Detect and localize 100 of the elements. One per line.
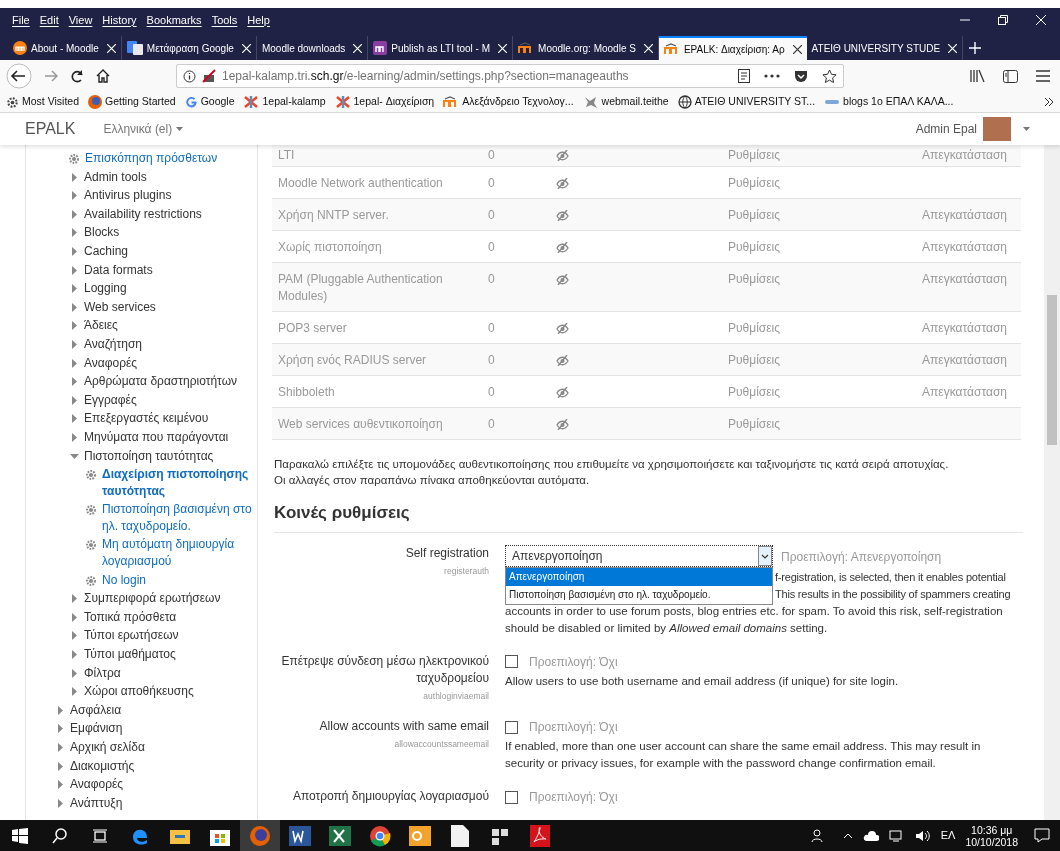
bookmark-item[interactable]: Most Visited: [6, 94, 79, 110]
library-icon[interactable]: [970, 69, 985, 83]
sidebar-link[interactable]: Πιστοποίηση βασισμένη στο ηλ. ταχυδρομείο.: [102, 501, 257, 535]
bookmark-item[interactable]: 1epal- Διαχείριση: [334, 94, 435, 110]
bookmark-item[interactable]: webmail.teithe: [582, 94, 669, 110]
back-icon[interactable]: [6, 63, 32, 89]
checkbox[interactable]: [505, 720, 518, 734]
sidebar-item[interactable]: Admin tools: [84, 168, 147, 186]
chevron-up-icon[interactable]: [842, 832, 853, 839]
collapsed-arrow-icon[interactable]: [70, 246, 79, 256]
sidebar-item[interactable]: Αναζήτηση: [84, 335, 142, 353]
eye-slash-icon[interactable]: [556, 210, 569, 224]
language-menu[interactable]: Ελληνικά (el): [103, 120, 184, 138]
collapsed-arrow-icon[interactable]: [70, 321, 79, 331]
volume-icon[interactable]: [914, 829, 931, 842]
eye-slash-icon[interactable]: [556, 178, 569, 192]
sidebar-item[interactable]: Πιστοποίηση ταυτότητας: [84, 447, 214, 465]
overflow-chevron-icon[interactable]: [1044, 97, 1054, 107]
sidebar-item[interactable]: Ανάπτυξη: [70, 794, 123, 812]
collapsed-arrow-icon[interactable]: [70, 395, 79, 405]
sidebar-icon[interactable]: [1003, 69, 1018, 83]
collapsed-arrow-icon[interactable]: [70, 172, 79, 182]
eye-slash-icon[interactable]: [556, 150, 569, 164]
lock-icon[interactable]: [202, 69, 216, 83]
clock-time[interactable]: 10:36 μμ: [971, 823, 1013, 836]
network-icon[interactable]: [888, 829, 905, 842]
collapsed-arrow-icon[interactable]: [70, 377, 79, 387]
collapsed-arrow-icon[interactable]: [70, 668, 79, 678]
collapsed-arrow-icon[interactable]: [70, 650, 79, 660]
expanded-arrow-icon[interactable]: [70, 451, 79, 461]
sidebar-item[interactable]: Ασφάλεια: [70, 701, 122, 719]
collapsed-arrow-icon[interactable]: [56, 780, 65, 790]
collapsed-arrow-icon[interactable]: [70, 358, 79, 368]
sidebar-item[interactable]: Blocks: [84, 224, 120, 241]
sidebar-item[interactable]: Εγγραφές: [84, 391, 137, 409]
menu-item[interactable]: File: [12, 11, 30, 29]
sidebar-item[interactable]: Φίλτρα: [84, 664, 121, 682]
sidebar-item[interactable]: Αρθρώματα δραστηριοτήτων: [84, 373, 237, 390]
reload-icon[interactable]: [70, 69, 84, 83]
browser-tab[interactable]: EPALK: Διαχείριση: Αρ: [658, 36, 807, 60]
collapsed-arrow-icon[interactable]: [70, 284, 79, 294]
collapsed-arrow-icon[interactable]: [56, 798, 65, 808]
sidebar-item[interactable]: Caching: [84, 242, 129, 260]
eye-slash-icon[interactable]: [556, 387, 569, 401]
menu-item[interactable]: Bookmarks: [146, 11, 202, 29]
site-brand[interactable]: EPALK: [25, 117, 76, 141]
sidebar-item[interactable]: Data formats: [84, 261, 153, 279]
language-indicator[interactable]: ΕΛ: [940, 827, 956, 844]
shield-icon[interactable]: [794, 69, 808, 83]
scrollbar-thumb[interactable]: [1047, 295, 1057, 445]
sidebar-link[interactable]: Μη αυτόματη δημιουργία λογαριασμού: [102, 536, 257, 570]
collapsed-arrow-icon[interactable]: [56, 761, 65, 771]
collapsed-arrow-icon[interactable]: [70, 594, 79, 604]
eye-slash-icon[interactable]: [556, 242, 569, 256]
bookmark-item[interactable]: Getting Started: [88, 94, 176, 110]
sidebar-item[interactable]: Αρχική σελίδα: [70, 739, 145, 756]
sidebar-item[interactable]: Επεξεργαστές κειμένου: [84, 410, 209, 427]
cloud-icon[interactable]: [862, 829, 879, 842]
collapsed-arrow-icon[interactable]: [70, 191, 79, 201]
dropdown-option[interactable]: Απενεργοποίηση: [506, 567, 772, 586]
collapsed-arrow-icon[interactable]: [70, 339, 79, 349]
sidebar-item[interactable]: Μηνύματα που παράγονται: [84, 428, 229, 446]
sidebar-item[interactable]: Χώροι αποθήκευσης: [84, 683, 194, 700]
clock-date[interactable]: 10/10/2018: [965, 835, 1018, 848]
collapsed-arrow-icon[interactable]: [70, 432, 79, 442]
sidebar-link[interactable]: Επισκόπηση πρόσθετων: [85, 150, 218, 167]
sidebar-item[interactable]: Διακομιστής: [70, 757, 135, 775]
sidebar-link[interactable]: Διαχείριση πιστοποίησης ταυτότητας: [102, 466, 257, 500]
collapsed-arrow-icon[interactable]: [70, 687, 79, 697]
caret-icon[interactable]: [1023, 127, 1030, 131]
menu-item[interactable]: History: [102, 11, 137, 29]
collapsed-arrow-icon[interactable]: [70, 612, 79, 622]
sidebar-item[interactable]: Άδειες: [84, 317, 118, 334]
collapsed-arrow-icon[interactable]: [70, 302, 79, 312]
sidebar-link[interactable]: No login: [102, 571, 147, 589]
eye-slash-icon[interactable]: [556, 355, 569, 369]
collapsed-arrow-icon[interactable]: [70, 265, 79, 275]
info-icon[interactable]: [183, 69, 196, 83]
forward-icon[interactable]: [44, 69, 58, 83]
close-icon[interactable]: [792, 44, 802, 54]
dropdown-field[interactable]: Απενεργοποίηση: [505, 544, 773, 567]
user-name[interactable]: Admin Epal: [915, 120, 977, 138]
sidebar-item[interactable]: Αναφορές: [84, 354, 138, 372]
menu-item[interactable]: Edit: [39, 11, 59, 29]
sidebar-item[interactable]: Εμφάνιση: [70, 720, 123, 737]
checkbox[interactable]: [505, 790, 518, 804]
menu-icon[interactable]: [1036, 70, 1050, 82]
menu-item[interactable]: Tools: [211, 11, 238, 29]
restore-icon[interactable]: [998, 15, 1008, 25]
checkbox[interactable]: [505, 655, 518, 668]
bookmark-item[interactable]: 1epal-kalamp: [243, 94, 326, 110]
collapsed-arrow-icon[interactable]: [56, 705, 65, 715]
sidebar-item[interactable]: Τοπικά πρόσθετα: [84, 608, 177, 626]
sidebar-item[interactable]: Logging: [84, 280, 127, 297]
menu-item[interactable]: View: [68, 11, 93, 29]
menu-item[interactable]: Help: [247, 11, 270, 29]
sidebar-item[interactable]: Antivirus plugins: [84, 187, 172, 204]
collapsed-arrow-icon[interactable]: [70, 631, 79, 641]
sidebar-item[interactable]: Αναφορές: [70, 776, 124, 793]
collapsed-arrow-icon[interactable]: [70, 209, 79, 219]
